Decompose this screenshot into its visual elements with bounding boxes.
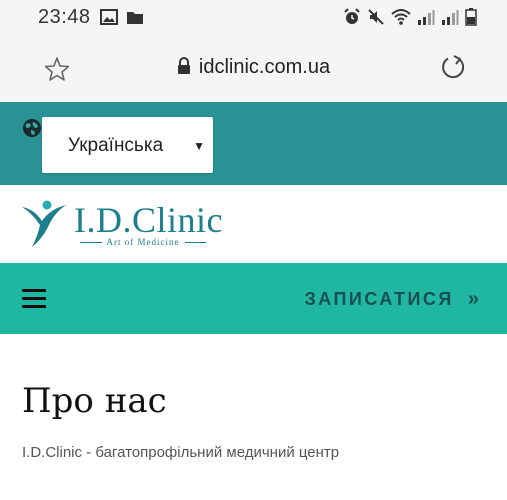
page-title: Про нас xyxy=(22,381,167,421)
caret-down-icon: ▼ xyxy=(193,139,205,153)
double-chevron-right-icon: » xyxy=(467,288,479,310)
hamburger-icon[interactable] xyxy=(22,289,46,313)
url-text: idclinic.com.ua xyxy=(198,56,331,78)
nav-band: ЗАПИСАТИСЯ » xyxy=(0,263,507,334)
signal-icon xyxy=(418,10,435,25)
page-subtitle: I.D.Clinic - багатопрофільний медичний ц… xyxy=(22,444,340,461)
tagline-text: Art of Medicine xyxy=(106,237,180,247)
logo-band: I.D.Clinic Art of Medicine xyxy=(0,185,507,263)
image-icon xyxy=(100,9,118,25)
mute-icon xyxy=(368,9,384,25)
hamburger-line xyxy=(22,305,46,308)
signal-icon xyxy=(442,10,459,25)
reload-icon[interactable] xyxy=(439,54,467,82)
url-field[interactable]: idclinic.com.ua xyxy=(0,56,507,79)
lock-icon xyxy=(177,57,190,74)
tagline-rule xyxy=(80,241,102,243)
language-band: Українська ▼ xyxy=(0,102,507,185)
browser-address-bar: idclinic.com.ua xyxy=(0,36,507,102)
status-left-icons xyxy=(100,9,144,25)
wifi-icon xyxy=(391,9,411,25)
alarm-icon xyxy=(344,8,360,24)
logo-tagline: Art of Medicine xyxy=(80,237,207,247)
signup-button[interactable]: ЗАПИСАТИСЯ » xyxy=(304,288,479,311)
hamburger-line xyxy=(22,289,46,292)
clinic-logo-icon[interactable] xyxy=(20,199,70,247)
hamburger-line xyxy=(22,297,46,300)
signup-label: ЗАПИСАТИСЯ xyxy=(304,289,454,309)
tagline-rule xyxy=(184,241,207,243)
globe-icon xyxy=(23,119,41,137)
status-bar: 23:48 xyxy=(0,0,507,36)
battery-icon xyxy=(465,8,477,26)
folder-icon xyxy=(127,12,143,24)
clinic-logo-text[interactable]: I.D.Clinic xyxy=(74,199,223,241)
status-time: 23:48 xyxy=(38,6,91,28)
language-select-value: Українська xyxy=(68,135,164,156)
language-select[interactable]: Українська ▼ xyxy=(42,117,213,173)
status-right-icons xyxy=(343,8,477,26)
